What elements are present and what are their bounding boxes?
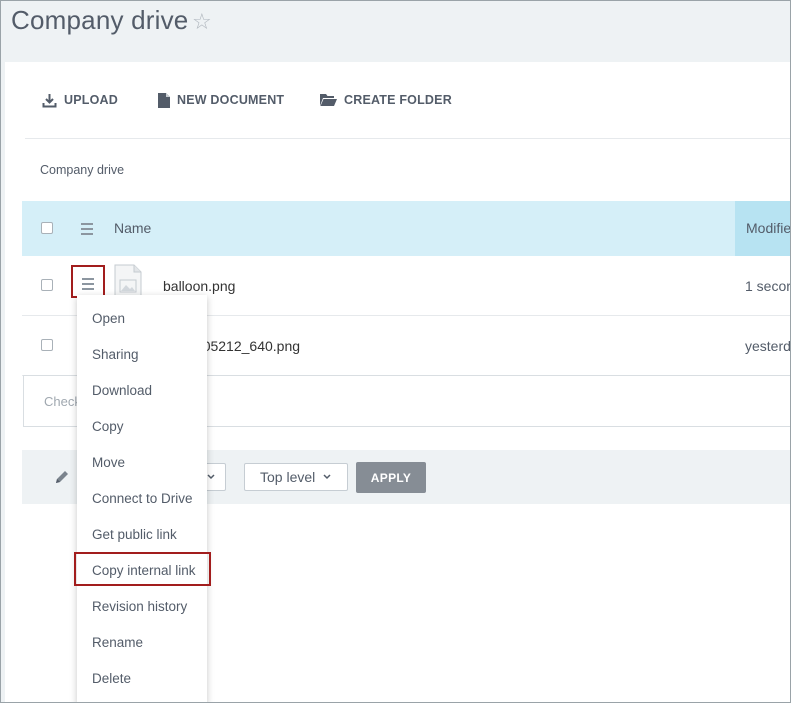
column-settings-icon[interactable] [81,223,93,235]
star-outline-icon[interactable]: ☆ [192,9,212,35]
menu-icon [82,278,94,290]
select-all-checkbox[interactable] [41,222,53,234]
grid-header: Name Modifie [22,201,790,256]
file-modified: yesterd [745,338,791,354]
upload-label: UPLOAD [64,93,118,107]
column-header-name[interactable]: Name [114,220,151,236]
new-document-label: NEW DOCUMENT [177,93,285,107]
menu-item-revision-history[interactable]: Revision history [92,599,187,614]
footer-text: Check [44,394,81,409]
row-menu-button[interactable] [71,265,105,298]
breadcrumb[interactable]: Company drive [40,163,124,177]
upload-button[interactable]: UPLOAD [42,90,118,110]
create-folder-label: CREATE FOLDER [344,93,452,107]
level-select-value: Top level [260,469,316,485]
level-select[interactable]: Top level [244,463,348,491]
column-header-modified[interactable]: Modifie [746,220,790,236]
menu-item-sharing[interactable]: Sharing [92,347,139,362]
menu-item-connect-to-drive[interactable]: Connect to Drive [92,491,193,506]
row-checkbox[interactable] [41,279,53,291]
upload-icon [42,93,57,107]
menu-item-move[interactable]: Move [92,455,125,470]
file-name[interactable]: balloon.png [163,278,235,294]
pencil-icon[interactable] [54,469,70,485]
highlight-box-copy-internal-link [74,552,211,586]
menu-item-open[interactable]: Open [92,311,125,326]
folder-open-icon [320,94,337,106]
new-document-button[interactable]: NEW DOCUMENT [158,90,284,110]
menu-item-download[interactable]: Download [92,383,152,398]
menu-item-get-public-link[interactable]: Get public link [92,527,177,542]
chevron-down-icon [323,474,331,480]
menu-item-copy[interactable]: Copy [92,419,124,434]
toolbar: UPLOAD NEW DOCUMENT CREATE FOLDER [25,62,790,139]
chevron-down-icon [207,474,215,480]
row-checkbox[interactable] [41,339,53,351]
page-title: Company drive [11,5,189,35]
menu-item-delete[interactable]: Delete [92,671,131,686]
window-frame: Company drive ☆ UPLOAD NEW DOCUMENT CREA… [0,0,791,703]
create-folder-button[interactable]: CREATE FOLDER [320,90,452,110]
apply-button[interactable]: APPLY [356,462,426,493]
document-icon [158,92,170,108]
file-modified: 1 secor [745,278,791,294]
menu-item-rename[interactable]: Rename [92,635,143,650]
context-menu: Open Sharing Download Copy Move Connect … [77,295,207,702]
